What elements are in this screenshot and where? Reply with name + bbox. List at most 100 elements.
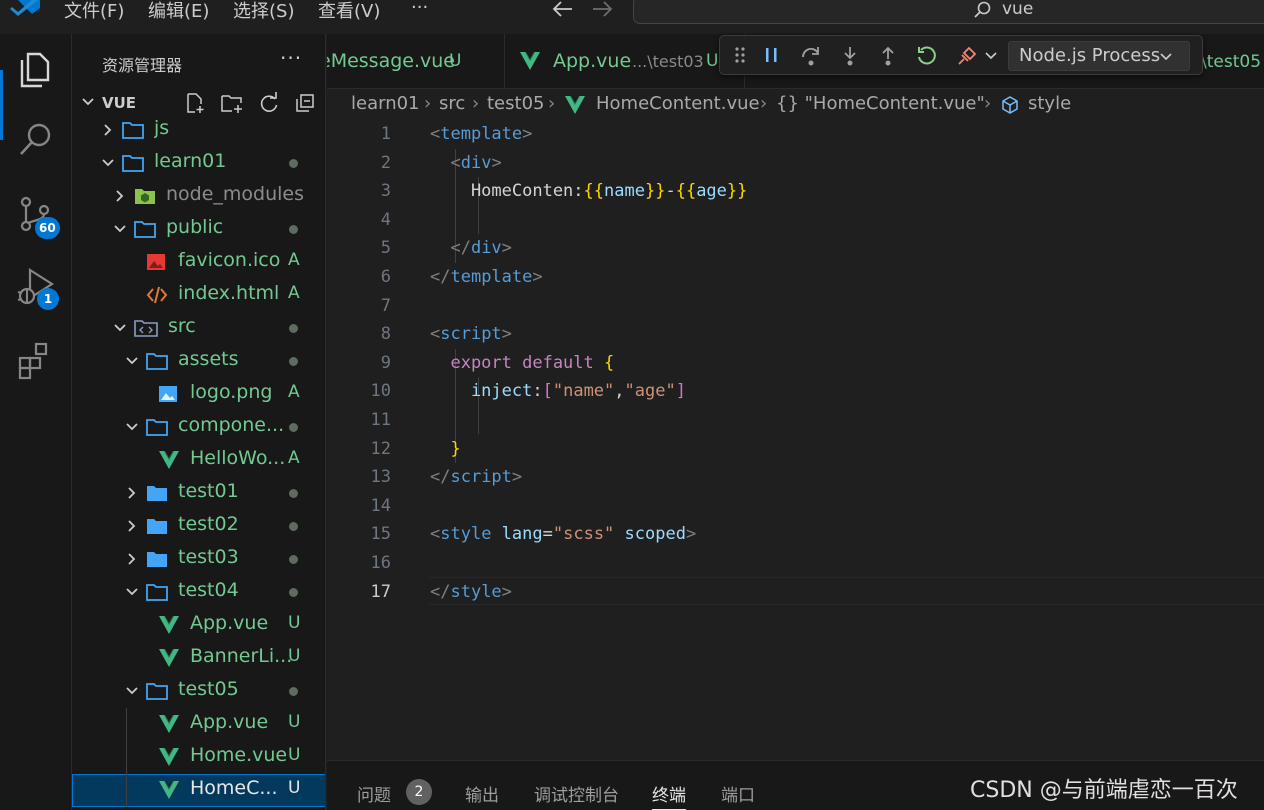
tree-item-index-html[interactable]: index.html A [72, 279, 325, 312]
debug-toolbar: Node.js Process [719, 35, 1203, 75]
restart-icon[interactable] [916, 45, 938, 67]
node-folder-icon [134, 186, 156, 210]
pause-icon[interactable] [763, 45, 781, 65]
collapse-all-icon[interactable] [294, 92, 316, 114]
tree-item-app-vue[interactable]: App.vue U [72, 708, 325, 741]
title-bar: 文件(F) 编辑(E) 选择(S) 查看(V) ··· vue [0, 0, 1264, 34]
code-token: "name" [552, 381, 615, 402]
code-line: HomeConten:{{name}}-{{age}} [430, 181, 747, 201]
new-folder-icon[interactable] [220, 92, 244, 114]
code-token: age [696, 181, 727, 202]
chevron-down-icon [82, 98, 94, 106]
chevron-down-icon[interactable] [124, 419, 140, 435]
code-token: > [511, 467, 523, 488]
chevron-right-icon[interactable] [124, 485, 140, 501]
tree-item-hellowo[interactable]: HelloWo... A [72, 444, 325, 477]
arrow-right-icon[interactable] [591, 0, 613, 18]
command-center-search[interactable]: vue [633, 0, 1264, 24]
tab-debug-console[interactable]: 调试控制台 [534, 781, 619, 806]
tab-problems[interactable]: 问题 [357, 781, 391, 806]
tree-item-homec[interactable]: HomeC... U [72, 774, 325, 807]
code-token: {{ [583, 181, 605, 202]
tree-item-test01[interactable]: test01 [72, 477, 325, 510]
chevron-down-icon[interactable] [112, 221, 128, 237]
code-line: </div> [430, 238, 511, 258]
menu-more[interactable]: ··· [411, 0, 428, 18]
refresh-icon[interactable] [258, 92, 280, 114]
debug-badge: 1 [37, 288, 59, 310]
search-icon[interactable] [14, 118, 58, 162]
breadcrumb-learn01[interactable]: learn01 [351, 93, 420, 114]
step-over-icon[interactable] [800, 45, 822, 67]
extensions-icon[interactable] [14, 338, 58, 382]
menu-file[interactable]: 文件(F) [64, 0, 124, 23]
step-into-icon[interactable] [840, 45, 860, 67]
menu-selection[interactable]: 选择(S) [233, 0, 294, 23]
chevron-down-icon[interactable] [124, 353, 140, 369]
debug-process-select[interactable]: Node.js Process [1008, 41, 1190, 71]
code-token: export default [430, 352, 604, 373]
tab-app-vue-test03[interactable]: App.vue ...\test03 U [505, 34, 745, 88]
breadcrumb-style[interactable]: style [1028, 93, 1071, 114]
chevron-down-icon[interactable] [100, 155, 116, 171]
tab-homemessage[interactable]: eMessage.vue U [327, 34, 505, 88]
step-out-icon[interactable] [878, 45, 898, 67]
tree-item-compone[interactable]: compone... [72, 411, 325, 444]
files-icon[interactable] [14, 46, 58, 90]
tab-ports[interactable]: 端口 [721, 781, 755, 806]
folder-open-icon [122, 153, 144, 177]
disconnect-icon[interactable] [956, 45, 978, 67]
menu-edit[interactable]: 编辑(E) [148, 0, 209, 23]
tree-item-bannerli[interactable]: BannerLi... U [72, 642, 325, 675]
gripper-icon[interactable] [734, 45, 746, 65]
arrow-left-icon[interactable] [552, 0, 574, 18]
tree-item-app-vue[interactable]: App.vue U [72, 609, 325, 642]
tree-item-assets[interactable]: assets [72, 345, 325, 378]
menu-view[interactable]: 查看(V) [318, 0, 380, 23]
sidebar-more-button[interactable]: ··· [280, 46, 302, 70]
code-editor[interactable]: 1 <template> 2 <div> 3 HomeConten:{{name}}-… [327, 120, 1264, 760]
code-token: [ [542, 381, 553, 402]
code-token: ] [675, 381, 686, 402]
new-file-icon[interactable] [184, 92, 206, 114]
chevron-down-icon[interactable] [124, 683, 140, 699]
tree-item-src[interactable]: src [72, 312, 325, 345]
breadcrumb-file[interactable]: HomeContent.vue [596, 93, 760, 114]
tree-item-favicon-ico[interactable]: favicon.ico A [72, 246, 325, 279]
chevron-right-icon[interactable] [124, 518, 140, 534]
tree-item-node-modules[interactable]: node_modules [72, 180, 325, 213]
tree-item-test05[interactable]: test05 [72, 675, 325, 708]
breadcrumb-test05[interactable]: test05 [487, 93, 544, 114]
tab-output[interactable]: 输出 [465, 781, 499, 806]
vue-icon [158, 714, 180, 738]
git-status-badge: U [288, 613, 301, 633]
tab-label: eMessage.vue [327, 50, 455, 72]
tree-item-learn01[interactable]: learn01 [72, 147, 325, 180]
chevron-down-icon[interactable] [112, 320, 128, 336]
chevron-right-icon[interactable] [100, 122, 116, 138]
tree-item-test03[interactable]: test03 [72, 543, 325, 576]
breadcrumb-src[interactable]: src [439, 93, 465, 114]
tree-item-home-vue[interactable]: Home.vue U [72, 741, 325, 774]
tree-item-public[interactable]: public [72, 213, 325, 246]
chevron-right-icon[interactable] [112, 188, 128, 204]
code-line: <div> [430, 153, 501, 173]
code-line: <script> [430, 324, 512, 344]
vscode-window: 文件(F) 编辑(E) 选择(S) 查看(V) ··· vue 60 1 资源管… [0, 0, 1264, 810]
tree-item-test04[interactable]: test04 [72, 576, 325, 609]
code-token: inject [430, 381, 533, 402]
tab-status: U [706, 51, 719, 71]
tree-item-label: compone... [178, 414, 285, 436]
tree-item-logo-png[interactable]: logo.png A [72, 378, 325, 411]
git-status-dot [289, 588, 298, 597]
line-number: 4 [380, 209, 391, 230]
csdn-watermark: CSDN @与前端虐恋一百次 [970, 778, 1238, 803]
chevron-right-icon[interactable] [124, 551, 140, 567]
tab-terminal[interactable]: 终端 [652, 781, 686, 810]
tree-item-test02[interactable]: test02 [72, 510, 325, 543]
tree-item-js[interactable]: js [72, 114, 325, 147]
tree-item-label: js [154, 117, 170, 139]
breadcrumb-symbol[interactable]: {} "HomeContent.vue" [776, 93, 985, 114]
chevron-down-icon[interactable] [984, 50, 998, 62]
chevron-down-icon[interactable] [124, 584, 140, 600]
